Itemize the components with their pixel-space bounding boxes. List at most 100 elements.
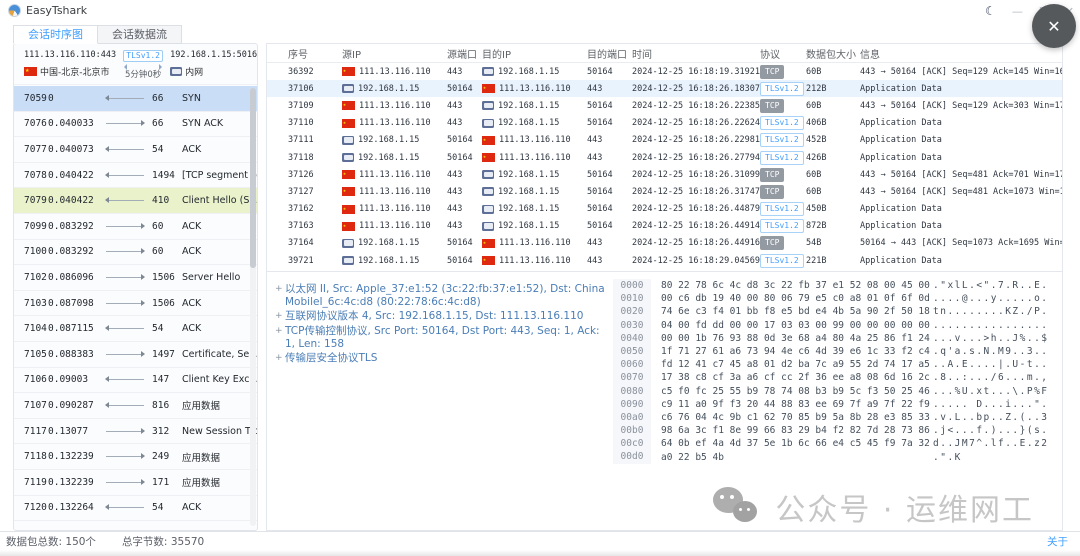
hex-bytes: 00 00 1b 76 93 88 0d 3e 68 a4 80 4a 25 8… bbox=[651, 333, 933, 344]
flow-row[interactable]: 71020.0860961506Server Hello bbox=[14, 265, 257, 291]
tab-flow-diagram[interactable]: 会话时序图 bbox=[13, 25, 98, 44]
source-port: 50164 bbox=[447, 238, 482, 248]
minimize-icon[interactable]: — bbox=[1012, 6, 1023, 17]
packet-row[interactable]: 37109111.13.116.110443192.168.1.15501642… bbox=[267, 97, 1062, 114]
total-packets-status: 数据包总数: 150个 bbox=[6, 534, 96, 549]
packet-row[interactable]: 36392111.13.116.110443192.168.1.15501642… bbox=[267, 63, 1062, 80]
floating-close-button[interactable]: ✕ bbox=[1032, 4, 1076, 48]
flow-row-label: ACK bbox=[182, 323, 257, 334]
packet-row[interactable]: 39721192.168.1.1550164111.13.116.1104432… bbox=[267, 252, 1062, 269]
destination-ip: 111.13.116.110 bbox=[482, 135, 587, 145]
source-port: 443 bbox=[447, 170, 482, 180]
flow-row[interactable]: 70790.040422410Client Hello (S… bbox=[14, 188, 257, 214]
packet-time: 2024-12-25 16:18:26.44879 bbox=[632, 204, 760, 214]
packet-time: 2024-12-25 16:18:26.310998 bbox=[632, 170, 760, 180]
window-bottom-shadow bbox=[0, 550, 1080, 556]
flow-row[interactable]: 71070.090287816应用数据 bbox=[14, 393, 257, 419]
packet-number: 37111 bbox=[288, 135, 342, 145]
hex-offset: 00b0 bbox=[613, 424, 651, 437]
flow-row-number: 7107 bbox=[14, 400, 48, 411]
detail-tree-item[interactable]: +传输层安全协议TLS bbox=[275, 352, 609, 365]
flow-row[interactable]: 71190.132239171应用数据 bbox=[14, 470, 257, 496]
protocol-badge: TCP bbox=[760, 185, 784, 199]
packet-table-header: 序号源IP源端口目的IP目的端口时间协议数据包大小信息 bbox=[267, 44, 1062, 63]
source-ip: 192.168.1.15 bbox=[342, 84, 447, 94]
packet-row[interactable]: 37111192.168.1.1550164111.13.116.1104432… bbox=[267, 132, 1062, 149]
flow-row[interactable]: 71200.13226454ACK bbox=[14, 496, 257, 522]
flow-row[interactable]: 71040.08711554ACK bbox=[14, 316, 257, 342]
flow-row[interactable]: 71060.09003147Client Key Exch… bbox=[14, 368, 257, 394]
title-bar: EasyTshark ☾ — ☐ ✕ bbox=[0, 0, 1080, 22]
flow-row-label: Client Key Exch… bbox=[182, 374, 257, 385]
hex-bytes: 74 6e c3 f4 01 bb f8 e5 bd e4 4b 5a 90 2… bbox=[651, 306, 933, 317]
flow-row[interactable]: 71030.0870981506ACK bbox=[14, 291, 257, 317]
monitor-icon bbox=[170, 67, 182, 76]
destination-ip: 192.168.1.15 bbox=[482, 187, 587, 197]
detail-tree-text: TCP传输控制协议, Src Port: 50164, Dst Port: 44… bbox=[285, 325, 609, 351]
hex-ascii: ."xlL.<".7.R..E. bbox=[933, 280, 1062, 291]
flow-row-time: 0.087098 bbox=[48, 298, 106, 309]
hex-ascii: .v.L..bp..Z.(..3 bbox=[933, 412, 1062, 423]
tab-data-stream[interactable]: 会话数据流 bbox=[98, 25, 182, 44]
china-flag-icon bbox=[482, 239, 495, 248]
destination-port: 443 bbox=[587, 238, 632, 248]
about-link[interactable]: 关于 bbox=[1047, 534, 1068, 549]
session-endpoint-right: 192.168.1.15:50164 内网 bbox=[170, 50, 258, 80]
packet-row[interactable]: 37106192.168.1.1550164111.13.116.1104432… bbox=[267, 80, 1062, 97]
destination-ip: 192.168.1.15 bbox=[482, 67, 587, 77]
dark-mode-icon[interactable]: ☾ bbox=[985, 5, 996, 17]
packet-size: 450B bbox=[806, 204, 860, 214]
protocol-cell: TCP bbox=[760, 236, 806, 250]
packet-row[interactable]: 37126111.13.116.110443192.168.1.15501642… bbox=[267, 166, 1062, 183]
packet-row[interactable]: 37118192.168.1.1550164111.13.116.1104432… bbox=[267, 149, 1062, 166]
packet-number: 37106 bbox=[288, 84, 342, 94]
flow-row[interactable]: 71170.13077312New Session Tic… bbox=[14, 419, 257, 445]
flow-row[interactable]: 70990.08329260ACK bbox=[14, 214, 257, 240]
app-logo-icon bbox=[8, 4, 21, 17]
detail-tree-item[interactable]: +互联网协议版本 4, Src: 192.168.1.15, Dst: 111.… bbox=[275, 310, 609, 323]
source-port: 50164 bbox=[447, 84, 482, 94]
flow-row[interactable]: 7059066SYN bbox=[14, 86, 257, 112]
flow-row-length: 66 bbox=[152, 118, 182, 129]
flow-row[interactable]: 70780.0404221494[TCP segment of… bbox=[14, 163, 257, 189]
detail-tree-item[interactable]: +TCP传输控制协议, Src Port: 50164, Dst Port: 4… bbox=[275, 325, 609, 351]
packet-row[interactable]: 37127111.13.116.110443192.168.1.15501642… bbox=[267, 183, 1062, 200]
packet-number: 36392 bbox=[288, 67, 342, 77]
source-ip: 192.168.1.15 bbox=[342, 256, 447, 266]
flow-row-length: 1506 bbox=[152, 298, 182, 309]
expand-icon[interactable]: + bbox=[275, 283, 285, 296]
hex-row: 007017 38 c8 cf 3a a6 cf cc 2f 36 ee a8 … bbox=[613, 371, 1062, 384]
flow-row-time: 0.040033 bbox=[48, 118, 106, 129]
flow-row[interactable]: 70770.04007354ACK bbox=[14, 137, 257, 163]
packet-panel: 序号源IP源端口目的IP目的端口时间协议数据包大小信息 36392111.13.… bbox=[266, 43, 1063, 531]
flow-row-number: 7120 bbox=[14, 502, 48, 513]
expand-icon[interactable]: + bbox=[275, 352, 285, 365]
flow-row[interactable]: 70760.04003366SYN ACK bbox=[14, 112, 257, 138]
monitor-icon bbox=[482, 187, 494, 196]
flow-row-number: 7102 bbox=[14, 272, 48, 283]
flow-scrollbar-thumb[interactable] bbox=[250, 88, 256, 268]
flow-row-length: 312 bbox=[152, 426, 182, 437]
flow-row[interactable]: 71180.132239249应用数据 bbox=[14, 444, 257, 470]
destination-ip: 192.168.1.15 bbox=[482, 101, 587, 111]
flow-row-number: 7119 bbox=[14, 477, 48, 488]
flow-row[interactable]: 71050.0883831497Certificate, Se… bbox=[14, 342, 257, 368]
right-endpoint-address: 192.168.1.15:50164 bbox=[170, 50, 258, 60]
packet-row[interactable]: 37110111.13.116.110443192.168.1.15501642… bbox=[267, 115, 1062, 132]
hex-offset: 0060 bbox=[613, 358, 651, 371]
china-flag-icon bbox=[342, 170, 355, 179]
packet-row[interactable]: 37162111.13.116.110443192.168.1.15501642… bbox=[267, 201, 1062, 218]
hex-offset: 0000 bbox=[613, 279, 651, 292]
flow-row-number: 7106 bbox=[14, 374, 48, 385]
packet-info: 443 → 50164 [ACK] Seq=481 Ack=701 Win=17… bbox=[860, 170, 1062, 180]
detail-tree-item[interactable]: +以太网 II, Src: Apple_37:e1:52 (3c:22:fb:3… bbox=[275, 283, 609, 309]
packet-number: 37162 bbox=[288, 204, 342, 214]
expand-icon[interactable]: + bbox=[275, 310, 285, 323]
packet-row[interactable]: 37163111.13.116.110443192.168.1.15501642… bbox=[267, 218, 1062, 235]
hex-ascii: ................ bbox=[933, 320, 1062, 331]
packet-number: 37109 bbox=[288, 101, 342, 111]
hex-bytes: 64 0b ef 4a 4d 37 5e 1b 6c 66 e4 c5 45 f… bbox=[651, 438, 933, 449]
flow-row[interactable]: 71000.08329260ACK bbox=[14, 240, 257, 266]
expand-icon[interactable]: + bbox=[275, 325, 285, 338]
packet-row[interactable]: 37164192.168.1.1550164111.13.116.1104432… bbox=[267, 235, 1062, 252]
